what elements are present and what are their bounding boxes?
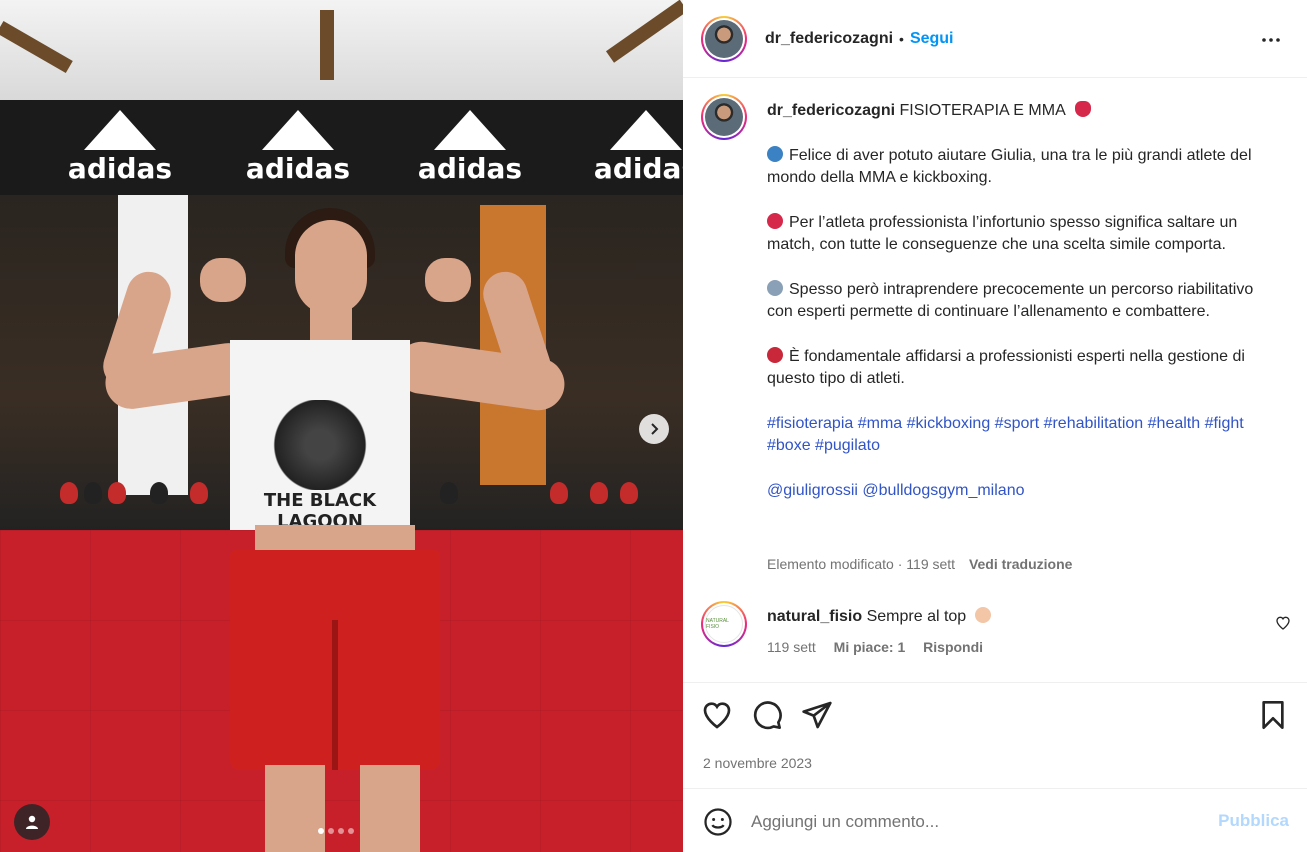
- caption-username[interactable]: dr_federicozagni: [767, 102, 895, 119]
- athlete-figure: THE BLACK LAGOON: [95, 200, 575, 852]
- comment-text: Sempre al top: [866, 608, 967, 625]
- user-icon: [26, 815, 38, 829]
- kettlebell: [60, 482, 78, 504]
- save-bookmark-icon[interactable]: [1257, 699, 1289, 731]
- comment-avatar-logo: NATURAL FISIO: [705, 605, 743, 643]
- photo-beam: [320, 10, 334, 80]
- caption-paragraph: Per l’atleta professionista l’infortunio…: [767, 212, 1267, 257]
- tagged-users-button[interactable]: [14, 804, 50, 840]
- kettlebell: [620, 482, 638, 504]
- target-icon: [767, 346, 783, 363]
- caption-paragraph: Felice di aver potuto aiutare Giulia, un…: [767, 145, 1267, 190]
- brand-logo: adidas: [586, 110, 683, 185]
- chevron-right-icon: [651, 423, 659, 435]
- caption-meta: Elemento modificato · 119 sett Vedi trad…: [767, 556, 1072, 572]
- brand-logo: adidas: [410, 110, 530, 185]
- shirt-skull-print: [260, 400, 380, 490]
- comment-body: natural_fisio Sempre al top: [767, 607, 1247, 626]
- author-username[interactable]: dr_federicozagni: [765, 30, 893, 48]
- comment-likes[interactable]: Mi piace: 1: [834, 639, 906, 655]
- athlete-left-fist: [200, 258, 246, 302]
- carousel-dot: [348, 828, 354, 834]
- comment-reply-button[interactable]: Rispondi: [923, 639, 983, 655]
- post-media: adidas adidas adidas adidas: [0, 0, 683, 852]
- drop-icon: [767, 212, 783, 229]
- follow-button[interactable]: Segui: [910, 30, 954, 48]
- post-actions: 2 novembre 2023: [683, 682, 1307, 788]
- brand-logo: adidas: [238, 110, 358, 185]
- publish-comment-button[interactable]: Pubblica: [1218, 811, 1289, 831]
- athlete-shorts-split: [332, 620, 338, 770]
- athlete-face: [295, 220, 367, 315]
- caption-area: dr_federicozagni FISIOTERAPIA E MMA Feli…: [683, 78, 1307, 682]
- add-comment-bar: Pubblica: [683, 788, 1307, 852]
- post-date[interactable]: 2 novembre 2023: [703, 755, 812, 771]
- comment-meta: 119 sett Mi piace: 1 Rispondi: [767, 639, 983, 655]
- boxing-glove-icon: [1075, 101, 1092, 117]
- header-separator: •: [899, 30, 904, 47]
- caption-paragraph-text: Felice di aver potuto aiutare Giulia, un…: [767, 146, 1252, 187]
- post-details-panel: dr_federicozagni • Segui dr_federicozagn…: [683, 0, 1307, 852]
- caption-paragraph: È fondamentale affidarsi a professionist…: [767, 346, 1267, 391]
- caption-text: dr_federicozagni FISIOTERAPIA E MMA Feli…: [767, 100, 1267, 502]
- caption-paragraph-text: È fondamentale affidarsi a professionist…: [767, 347, 1245, 388]
- like-heart-icon[interactable]: [701, 699, 733, 731]
- photo-ceiling: [0, 0, 683, 100]
- caption-hashtags[interactable]: #fisioterapia #mma #kickboxing #sport #r…: [767, 413, 1267, 458]
- carousel-dot: [318, 828, 324, 834]
- flexed-biceps-icon: [974, 607, 991, 623]
- add-comment-input[interactable]: [751, 807, 1191, 837]
- caption-edited-time: Elemento modificato · 119 sett: [767, 556, 956, 572]
- author-avatar[interactable]: [701, 15, 747, 62]
- see-translation-button[interactable]: Vedi traduzione: [969, 556, 1072, 572]
- caption-title: FISIOTERAPIA E MMA: [899, 102, 1065, 119]
- globe-icon: [767, 145, 783, 162]
- photo-banner: adidas adidas adidas adidas: [30, 100, 683, 195]
- caption-paragraphs: Felice di aver potuto aiutare Giulia, un…: [767, 145, 1267, 391]
- caption-paragraph-text: Per l’atleta professionista l’infortunio…: [767, 213, 1238, 254]
- athlete-right-fist: [425, 258, 471, 302]
- athlete-right-leg: [360, 765, 420, 852]
- comment-time: 119 sett: [767, 639, 816, 655]
- comment-avatar[interactable]: NATURAL FISIO: [701, 601, 747, 647]
- caption-mentions[interactable]: @giuligrossii @bulldogsgym_milano: [767, 480, 1267, 503]
- caption-paragraph-text: Spesso però intraprendere precocemente u…: [767, 280, 1254, 321]
- kettlebell: [590, 482, 608, 504]
- emoji-picker-icon[interactable]: [703, 807, 733, 837]
- post-header: dr_federicozagni • Segui: [683, 0, 1307, 78]
- carousel-dots: [318, 828, 354, 834]
- carousel-next-button[interactable]: [639, 414, 669, 444]
- comment-username[interactable]: natural_fisio: [767, 608, 862, 625]
- carousel-dot: [338, 828, 344, 834]
- more-options-icon[interactable]: [1259, 28, 1283, 52]
- airplane-icon: [767, 279, 783, 296]
- post-modal: adidas adidas adidas adidas: [0, 0, 1307, 852]
- caption-paragraph: Spesso però intraprendere precocemente u…: [767, 279, 1267, 324]
- share-paper-plane-icon[interactable]: [801, 699, 833, 731]
- comment-bubble-icon[interactable]: [751, 699, 783, 731]
- caption-author-avatar[interactable]: [701, 94, 747, 140]
- athlete-left-leg: [265, 765, 325, 852]
- comment-like-heart-icon[interactable]: [1275, 615, 1291, 631]
- carousel-dot: [328, 828, 334, 834]
- brand-logo: adidas: [60, 110, 180, 185]
